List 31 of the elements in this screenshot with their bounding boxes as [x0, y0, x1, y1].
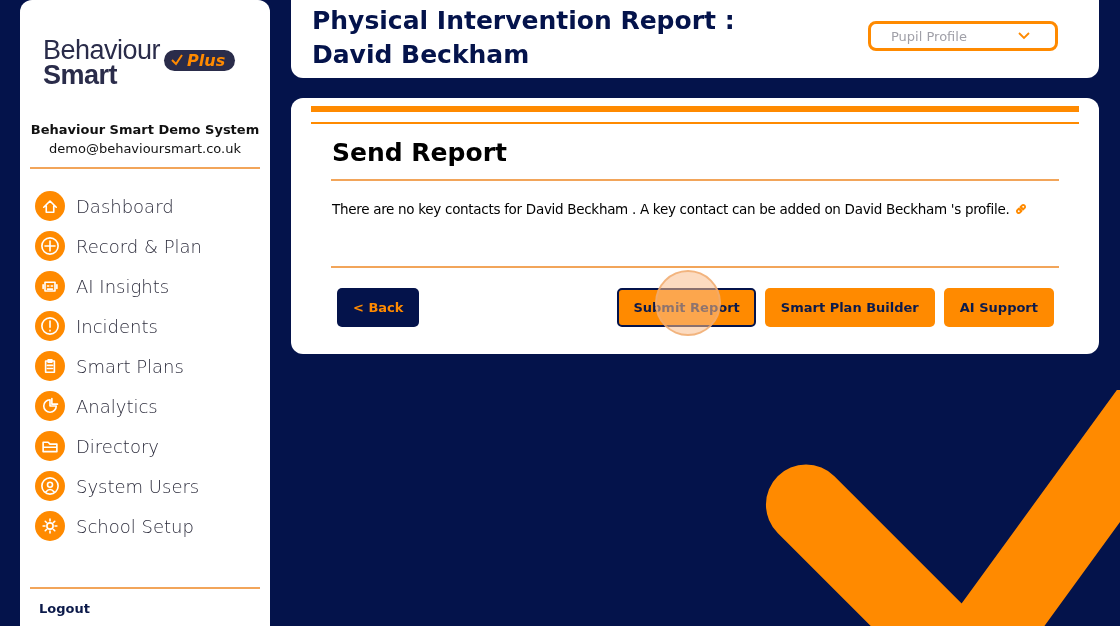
account-name: Behaviour Smart Demo System: [30, 122, 260, 137]
nav-item[interactable]: System Users: [35, 471, 260, 501]
nav-item[interactable]: Smart Plans: [35, 351, 260, 381]
logo-text: Behaviour: [43, 38, 161, 63]
nav-item[interactable]: School Setup: [35, 511, 260, 541]
plus-circle-icon: [35, 231, 65, 261]
logout-link[interactable]: Logout: [30, 589, 260, 626]
chevron-down-icon: [1018, 32, 1030, 40]
action-button[interactable]: < Back: [337, 288, 420, 327]
clipboard-icon: [35, 351, 65, 381]
page-title: Physical Intervention Report : David Beckham: [312, 5, 736, 71]
action-button[interactable]: AI Support: [943, 288, 1054, 327]
action-button[interactable]: Smart Plan Builder: [764, 288, 935, 327]
robot-icon: [35, 271, 65, 301]
account-email: demo@behavioursmart.co.uk: [49, 141, 241, 156]
pie-chart-icon: [35, 391, 65, 421]
nav-item[interactable]: Directory: [35, 431, 260, 461]
logo-text: Smart: [43, 63, 119, 88]
nav-item[interactable]: Incidents: [35, 311, 260, 341]
section-heading: Send Report: [332, 138, 508, 167]
plus-badge: Plus: [164, 49, 236, 71]
home-icon: [35, 191, 65, 221]
nav-item[interactable]: AI Insights: [35, 271, 260, 301]
user-icon: [35, 471, 65, 501]
folder-icon: [35, 431, 65, 461]
message-text: There are no key contacts for David Beckham . A key contact can be added on David Beckham 's profile.: [332, 201, 1010, 217]
nav-item[interactable]: Record & Plan: [35, 231, 260, 261]
nav-item[interactable]: Dashboard: [35, 191, 260, 221]
nav-item[interactable]: Analytics: [35, 391, 260, 421]
exclamation-icon: [35, 311, 65, 341]
gear-icon: [35, 511, 65, 541]
